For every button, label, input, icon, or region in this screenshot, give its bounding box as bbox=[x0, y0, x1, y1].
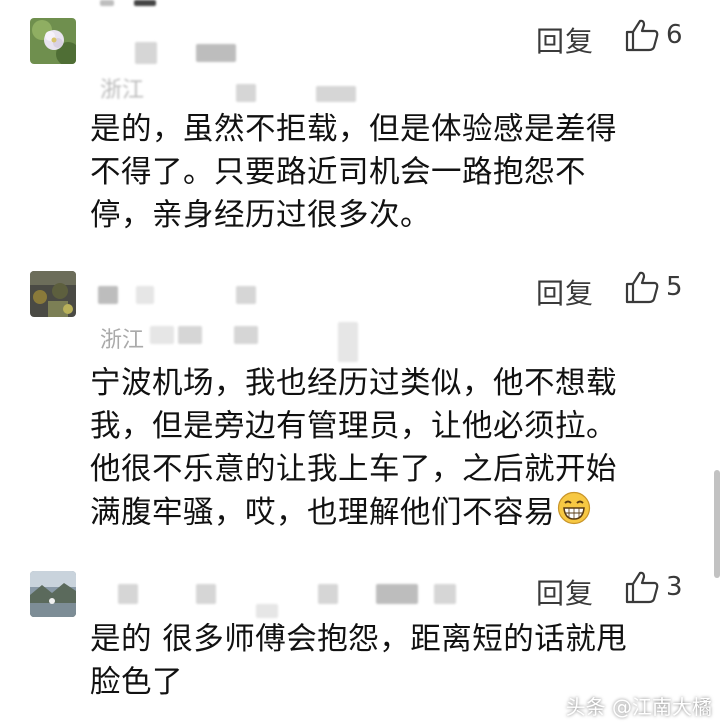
like-count: 3 bbox=[666, 572, 683, 602]
redacted-location bbox=[338, 322, 358, 362]
thumbs-up-icon bbox=[624, 18, 660, 52]
thumbs-up-icon bbox=[624, 270, 660, 304]
like-button[interactable]: 3 bbox=[624, 570, 683, 604]
reply-button[interactable]: 回复 bbox=[536, 20, 594, 60]
photo-avatar-icon[interactable] bbox=[30, 271, 76, 317]
like-button[interactable]: 5 bbox=[624, 270, 683, 304]
grinning-emoji-icon bbox=[557, 491, 591, 537]
reply-button[interactable]: 回复 bbox=[536, 572, 594, 612]
watermark: 头条 @江南大橘 bbox=[565, 695, 712, 719]
redacted-top-fragment bbox=[100, 0, 114, 6]
redacted-location bbox=[234, 326, 258, 344]
redacted-location bbox=[316, 86, 356, 102]
comment-text: 是的，虽然不拒载，但是体验感是差得 不得了。只要路近司机会一路抱怨不 停，亲身经… bbox=[90, 112, 617, 233]
redacted-location bbox=[236, 84, 256, 102]
like-count: 6 bbox=[666, 20, 683, 50]
scrollbar[interactable] bbox=[714, 470, 720, 578]
redacted-username bbox=[318, 584, 338, 604]
redacted-top-fragment bbox=[134, 0, 156, 6]
comment-body: 宁波机场，我也经历过类似，他不想载 我，但是旁边有管理员，让他必须拉。 他很不乐… bbox=[90, 366, 617, 531]
like-count: 5 bbox=[666, 272, 683, 302]
redacted-username bbox=[256, 604, 278, 618]
flower-avatar-icon[interactable] bbox=[30, 18, 76, 64]
location-label: 浙江 bbox=[100, 328, 145, 353]
location-label: 浙江 bbox=[100, 78, 145, 103]
redacted-username bbox=[136, 286, 154, 304]
reply-button[interactable]: 回复 bbox=[536, 272, 594, 312]
redacted-username bbox=[135, 42, 157, 64]
redacted-username bbox=[376, 584, 418, 604]
redacted-location bbox=[178, 326, 202, 344]
redacted-username bbox=[118, 584, 138, 604]
redacted-username bbox=[434, 584, 456, 604]
redacted-username bbox=[98, 286, 118, 304]
comment-text: 宁波机场，我也经历过类似，他不想载 我，但是旁边有管理员，让他必须拉。 他很不乐… bbox=[90, 362, 680, 537]
landscape-avatar-icon[interactable] bbox=[30, 571, 76, 617]
like-button[interactable]: 6 bbox=[624, 18, 683, 52]
redacted-username bbox=[196, 44, 236, 62]
thumbs-up-icon bbox=[624, 570, 660, 604]
redacted-username bbox=[196, 584, 216, 604]
redacted-username bbox=[236, 286, 256, 304]
redacted-location bbox=[150, 326, 174, 344]
